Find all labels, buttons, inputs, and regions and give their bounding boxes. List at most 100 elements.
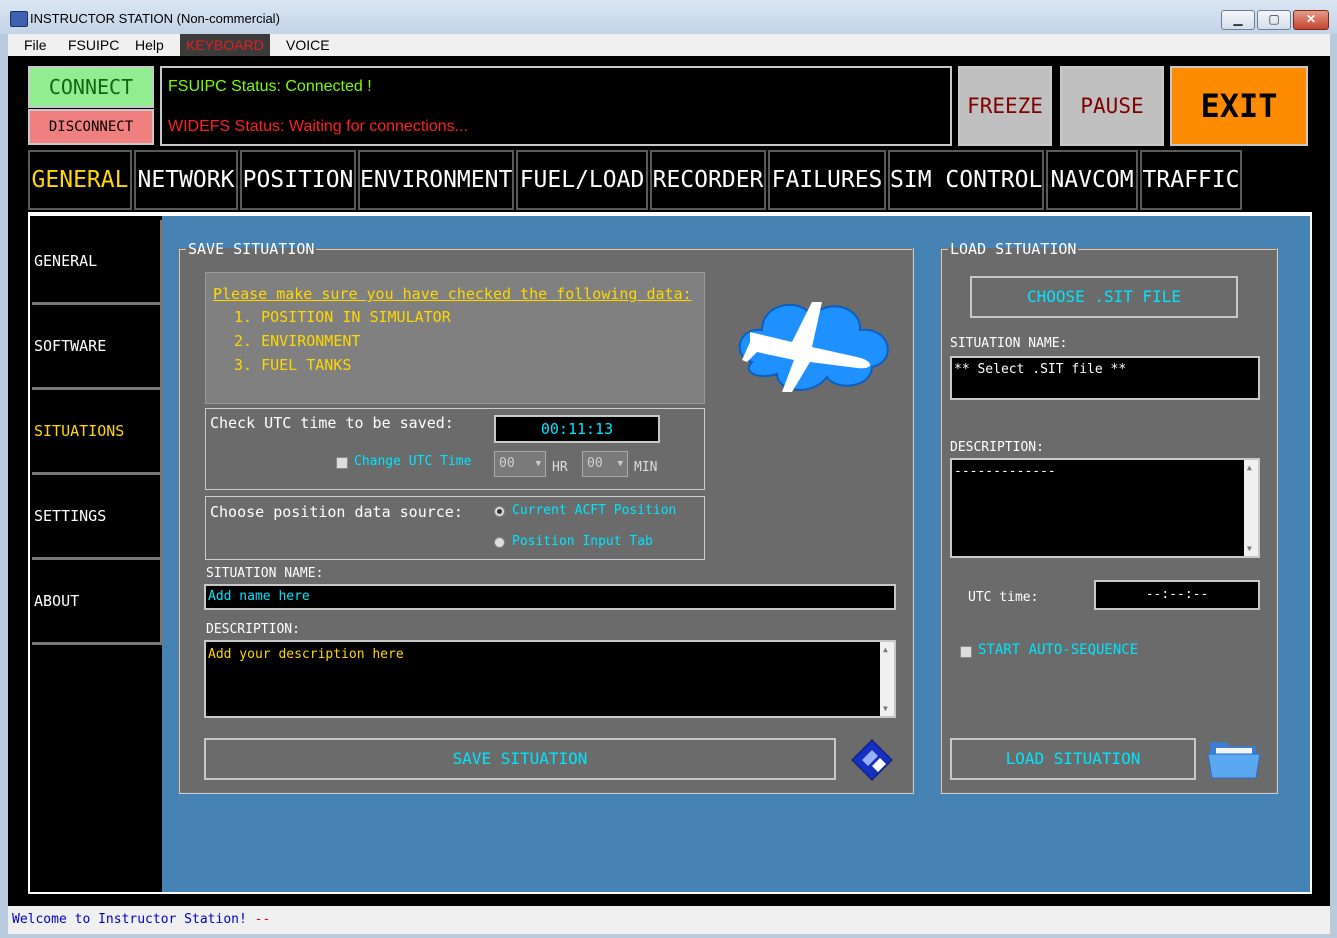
menu-bar: File FSUIPC Help KEYBOARD VOICE	[8, 34, 1330, 56]
minimize-button[interactable]: ▁	[1221, 10, 1255, 30]
checklist-notice: Please make sure you have checked the fo…	[213, 285, 692, 303]
menu-help[interactable]: Help	[135, 37, 164, 53]
situation-name-label: SITUATION NAME:	[206, 566, 324, 581]
menu-fsuipc[interactable]: FSUIPC	[68, 37, 119, 53]
load-situation-name-label: SITUATION NAME:	[950, 336, 1068, 351]
load-situation-name-value: ** Select .SIT file **	[954, 362, 1127, 377]
checklist-panel: Please make sure you have checked the fo…	[205, 272, 705, 404]
minute-value: 00	[587, 456, 603, 471]
tab-environment[interactable]: ENVIRONMENT	[358, 150, 514, 210]
scroll-up-icon[interactable]: ▲	[883, 645, 888, 654]
floppy-disk-icon[interactable]	[848, 738, 896, 784]
sidebar-item-settings[interactable]: SETTINGS	[32, 475, 163, 560]
hour-value: 00	[499, 456, 515, 471]
sidebar-item-general[interactable]: GENERAL	[32, 220, 163, 305]
load-situation-name-field: ** Select .SIT file **	[950, 356, 1260, 400]
load-utc-label: UTC time:	[968, 590, 1039, 605]
status-message: Welcome to Instructor Station!	[12, 912, 247, 927]
tab-navcom[interactable]: NAVCOM	[1046, 150, 1138, 210]
tab-fuel-load[interactable]: FUEL/LOAD	[516, 150, 648, 210]
app-window: INSTRUCTOR STATION (Non-commercial) ▁ ▢ …	[0, 0, 1337, 938]
load-description-value: -------------	[954, 464, 1056, 479]
load-utc-display: --:--:--	[1094, 580, 1260, 610]
save-situation-group: SAVE SITUATION Please make sure you have…	[178, 240, 914, 794]
sidebar-item-about[interactable]: ABOUT	[32, 560, 163, 645]
utc-time-display: 00:11:13	[494, 415, 660, 443]
tab-sim-control[interactable]: SIM CONTROL	[888, 150, 1044, 210]
client-area: CONNECT DISCONNECT FSUIPC Status: Connec…	[8, 56, 1330, 906]
sidebar: GENERAL SOFTWARE SITUATIONS SETTINGS ABO…	[30, 216, 163, 892]
minute-chevron-down-icon: ▼	[617, 459, 623, 469]
load-situation-legend: LOAD SITUATION	[950, 240, 1077, 258]
position-source-panel: Choose position data source: Current ACF…	[205, 496, 705, 560]
load-scroll-up-icon[interactable]: ▲	[1247, 463, 1252, 472]
fsuipc-status: FSUIPC Status: Connected !	[168, 78, 372, 95]
tab-recorder[interactable]: RECORDER	[650, 150, 766, 210]
radio-current-acft[interactable]	[494, 506, 505, 517]
load-situation-button[interactable]: LOAD SITUATION	[950, 738, 1196, 780]
checklist-item-fuel: 3. FUEL TANKS	[234, 356, 352, 374]
status-bar: Welcome to Instructor Station! --	[8, 906, 1330, 934]
save-situation-legend: SAVE SITUATION	[188, 240, 315, 258]
save-situation-button[interactable]: SAVE SITUATION	[204, 738, 836, 780]
status-message-row: Welcome to Instructor Station! --	[12, 912, 270, 927]
load-scroll-down-icon[interactable]: ▼	[1247, 544, 1252, 553]
window-title: INSTRUCTOR STATION (Non-commercial)	[30, 11, 280, 26]
app-icon	[10, 11, 28, 27]
description-label: DESCRIPTION:	[206, 622, 300, 637]
sidebar-item-software[interactable]: SOFTWARE	[32, 305, 163, 390]
description-input[interactable]: Add your description here ▲ ▼	[204, 640, 896, 718]
checklist-item-environment: 2. ENVIRONMENT	[234, 332, 361, 350]
change-utc-checkbox[interactable]	[336, 457, 348, 469]
widefs-status: WIDEFS Status: Waiting for connections..…	[168, 118, 468, 135]
utc-panel: Check UTC time to be saved: 00:11:13 Cha…	[205, 408, 705, 490]
description-scrollbar[interactable]: ▲ ▼	[880, 642, 894, 716]
auto-sequence-checkbox[interactable]	[960, 646, 972, 658]
exit-button[interactable]: EXIT	[1170, 66, 1308, 146]
title-bar: INSTRUCTOR STATION (Non-commercial) ▁ ▢ …	[0, 0, 1337, 34]
tab-traffic[interactable]: TRAFFIC	[1140, 150, 1242, 210]
situation-name-input[interactable]: Add name here	[204, 584, 896, 610]
airplane-cloud-icon	[732, 272, 898, 402]
description-value: Add your description here	[208, 647, 404, 662]
hour-select[interactable]: 00 ▼	[494, 451, 546, 477]
tab-general[interactable]: GENERAL	[28, 150, 132, 210]
tab-network[interactable]: NETWORK	[134, 150, 238, 210]
choose-sit-file-button[interactable]: CHOOSE .SIT FILE	[970, 276, 1238, 318]
disconnect-button[interactable]: DISCONNECT	[28, 109, 154, 145]
scroll-down-icon[interactable]: ▼	[883, 704, 888, 713]
menu-keyboard[interactable]: KEYBOARD	[180, 34, 270, 56]
radio-current-acft-label[interactable]: Current ACFT Position	[512, 503, 676, 518]
radio-position-input-label[interactable]: Position Input Tab	[512, 534, 653, 549]
folder-icon[interactable]	[1206, 734, 1262, 782]
menu-file[interactable]: File	[24, 37, 47, 53]
load-description-scrollbar[interactable]: ▲ ▼	[1244, 460, 1258, 556]
connect-button[interactable]: CONNECT	[28, 66, 154, 108]
minute-label: MIN	[634, 460, 658, 475]
general-tab-content: GENERAL SOFTWARE SITUATIONS SETTINGS ABO…	[28, 212, 1312, 894]
position-source-label: Choose position data source:	[210, 503, 463, 521]
tab-position[interactable]: POSITION	[240, 150, 356, 210]
load-description-field: ------------- ▲ ▼	[950, 458, 1260, 558]
load-description-label: DESCRIPTION:	[950, 440, 1044, 455]
hour-chevron-down-icon: ▼	[535, 459, 541, 469]
minute-select[interactable]: 00 ▼	[582, 451, 628, 477]
utc-check-label: Check UTC time to be saved:	[210, 414, 454, 432]
auto-sequence-label[interactable]: START AUTO-SEQUENCE	[978, 642, 1138, 658]
connection-status-panel: FSUIPC Status: Connected ! WIDEFS Status…	[160, 66, 952, 146]
situation-name-value: Add name here	[208, 589, 310, 604]
pause-button[interactable]: PAUSE	[1060, 66, 1164, 146]
tab-failures[interactable]: FAILURES	[768, 150, 886, 210]
freeze-button[interactable]: FREEZE	[958, 66, 1052, 146]
main-tabs: GENERAL NETWORK POSITION ENVIRONMENT FUE…	[28, 150, 1328, 210]
change-utc-label[interactable]: Change UTC Time	[354, 454, 471, 469]
checklist-item-position: 1. POSITION IN SIMULATOR	[234, 308, 451, 326]
maximize-button[interactable]: ▢	[1257, 10, 1291, 30]
status-suffix: --	[254, 912, 271, 927]
load-situation-group: LOAD SITUATION CHOOSE .SIT FILE SITUATIO…	[940, 240, 1278, 794]
radio-position-input[interactable]	[494, 537, 505, 548]
hour-label: HR	[552, 460, 568, 475]
menu-voice[interactable]: VOICE	[286, 37, 330, 53]
close-button[interactable]: ✕	[1293, 10, 1329, 30]
sidebar-item-situations[interactable]: SITUATIONS	[32, 390, 163, 475]
